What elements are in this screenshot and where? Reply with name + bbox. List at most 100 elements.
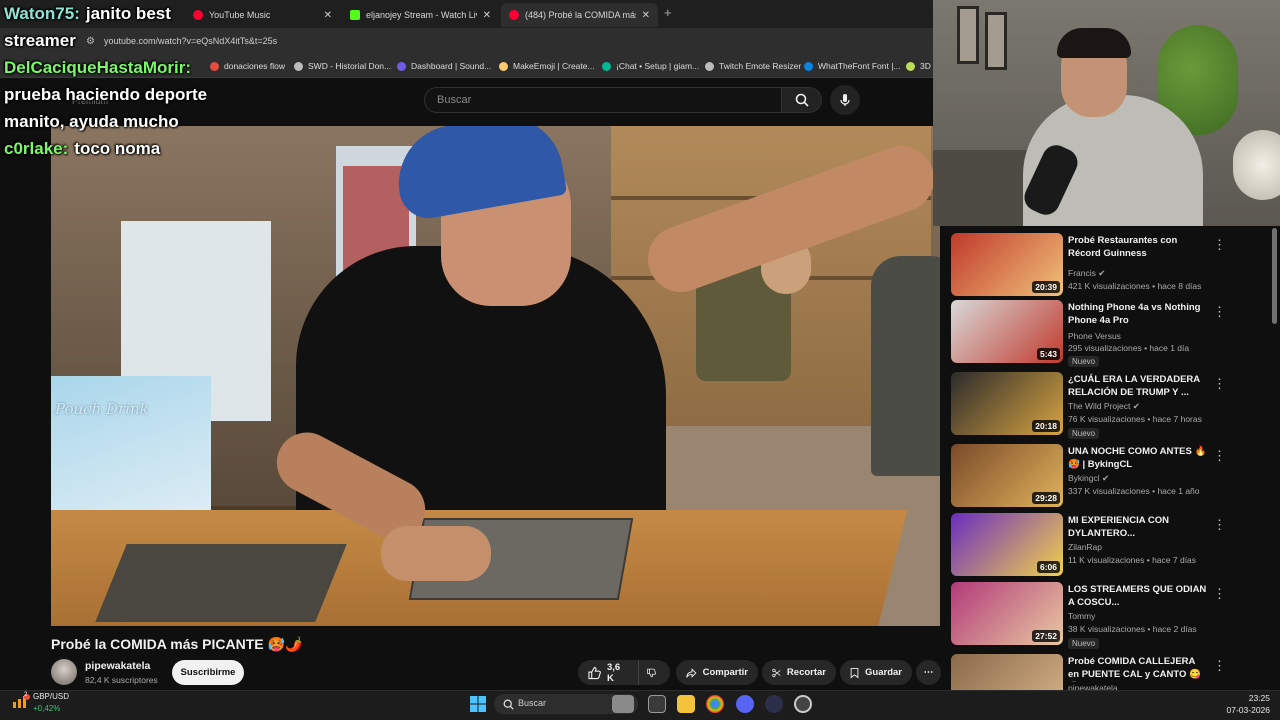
thumbs-up-icon [588, 666, 601, 679]
more-horizontal-icon: ⋯ [923, 667, 934, 678]
chrome-icon[interactable] [706, 695, 724, 713]
recommendation-title[interactable]: MI EXPERIENCIA CON DYLANTERO... [1068, 514, 1208, 540]
tab-youtube-music[interactable]: YouTube Music ✕ [185, 3, 340, 27]
site-info-icon[interactable]: ⚙ [86, 36, 95, 47]
file-explorer-icon[interactable] [677, 695, 695, 713]
recommendation-title[interactable]: ¿CUÁL ERA LA VERDADERA RELACIÓN DE TRUMP… [1068, 373, 1208, 399]
scissors-icon [772, 668, 781, 677]
bookmark-item[interactable]: 3D [906, 61, 931, 71]
recommendation-channel[interactable]: ZilanRap [1068, 542, 1102, 552]
close-icon[interactable]: ✕ [483, 10, 491, 21]
video-thumbnail[interactable]: 6:06 [951, 513, 1063, 576]
more-options-icon[interactable]: ⋮ [1213, 237, 1226, 253]
clip-label: Recortar [786, 667, 826, 678]
more-options-icon[interactable]: ⋮ [1213, 448, 1226, 464]
bookmark-icon [602, 61, 611, 71]
microphone-icon [840, 94, 850, 106]
new-badge: Nuevo [1068, 638, 1100, 649]
more-options-icon[interactable]: ⋮ [1213, 658, 1226, 674]
recommendations-sidebar: 20:39 Probé Restaurantes con Récord Guin… [946, 226, 1280, 692]
windows-start-icon[interactable] [469, 695, 487, 713]
chat-text: manito, ayuda mucho [4, 112, 179, 131]
dislike-button[interactable] [638, 660, 670, 685]
recommendation-title[interactable]: Nothing Phone 4a vs Nothing Phone 4a Pro [1068, 301, 1208, 327]
recommendation-channel[interactable]: The Wild Project ✔ [1068, 401, 1140, 412]
bookmark-item[interactable]: MakeEmoji | Create... [499, 61, 595, 71]
recommendation-item[interactable]: 27:52 LOS STREAMERS QUE ODIAN A COSCU...… [951, 582, 1271, 649]
search-highlight-icon [612, 695, 634, 713]
search-input[interactable]: Buscar [424, 87, 782, 113]
webcam-picture-frame [985, 12, 1007, 70]
clock-time[interactable]: 23:25 [1226, 693, 1270, 703]
channel-name[interactable]: pipewakatela [85, 660, 150, 672]
search-button[interactable] [782, 87, 822, 113]
recommendation-title[interactable]: UNA NOCHE COMO ANTES 🔥🥵 | BykingCL [1068, 445, 1208, 471]
more-options-icon[interactable]: ⋮ [1213, 586, 1226, 602]
more-options-icon[interactable]: ⋮ [1213, 376, 1226, 392]
video-player[interactable]: Pouch Drink [51, 126, 940, 626]
close-icon[interactable]: ✕ [324, 10, 332, 21]
more-options-icon[interactable]: ⋮ [1213, 517, 1226, 533]
tab-kick-stream[interactable]: eljanojey Stream - Watch Live o ✕ [342, 3, 499, 27]
recommendation-channel[interactable]: Tommy [1068, 611, 1095, 621]
discord-icon[interactable] [736, 695, 754, 713]
bookmark-icon [850, 667, 859, 678]
tab-youtube-video[interactable]: (484) Probé la COMIDA más PIC ✕ [501, 3, 658, 27]
recommendation-item[interactable]: 5:43 Nothing Phone 4a vs Nothing Phone 4… [951, 300, 1271, 367]
recommendation-channel[interactable]: Francis ✔ [1068, 268, 1105, 279]
recommendation-item[interactable]: Probé COMIDA CALLEJERA en PUENTE CAL y C… [951, 654, 1271, 692]
video-thumbnail[interactable]: 20:18 [951, 372, 1063, 435]
chat-username: c0rlake: [4, 139, 69, 158]
more-actions-button[interactable]: ⋯ [916, 660, 941, 685]
bookmark-item[interactable]: WhatTheFont Font |... [804, 61, 901, 71]
close-icon[interactable]: ✕ [642, 10, 650, 21]
app-icon[interactable] [765, 695, 783, 713]
obs-icon[interactable] [794, 695, 812, 713]
video-title: Probé la COMIDA más PICANTE 🥵🌶️ [51, 636, 303, 652]
clip-button[interactable]: Recortar [762, 660, 836, 685]
address-bar[interactable]: ⚙ youtube.com/watch?v=eQsNdX4itTs&t=25s [0, 28, 933, 56]
bookmark-item[interactable]: Dashboard | Sound... [397, 61, 491, 71]
bookmark-item[interactable]: SWD - Historial Don... [294, 61, 391, 71]
clock-date[interactable]: 07-03-2026 [1214, 705, 1270, 715]
video-thumbnail[interactable] [951, 654, 1063, 692]
bookmark-item[interactable]: ¡Chat • Setup | giam... [602, 61, 699, 71]
recommendation-channel[interactable]: Bykingcl ✔ [1068, 473, 1109, 484]
bookmark-item[interactable]: Twitch Emote Resizer [705, 61, 801, 71]
share-button[interactable]: Compartir [676, 660, 758, 685]
bookmark-icon [397, 61, 406, 71]
like-button[interactable]: 3,6 K [578, 660, 638, 685]
task-view-icon[interactable] [648, 695, 666, 713]
chat-text: janito best [85, 4, 171, 23]
new-tab-icon[interactable]: + [664, 5, 672, 20]
bookmark-icon [210, 61, 219, 71]
recommendation-title[interactable]: Probé Restaurantes con Récord Guinness [1068, 234, 1208, 260]
recommendation-item[interactable]: 29:28 UNA NOCHE COMO ANTES 🔥🥵 | BykingCL… [951, 444, 1271, 510]
recommendation-item[interactable]: 20:39 Probé Restaurantes con Récord Guin… [951, 233, 1271, 299]
recommendation-channel[interactable]: Phone Versus [1068, 331, 1121, 341]
video-thumbnail[interactable]: 5:43 [951, 300, 1063, 363]
video-thumbnail[interactable]: 20:39 [951, 233, 1063, 296]
recommendation-item[interactable]: 6:06 MI EXPERIENCIA CON DYLANTERO... Zil… [951, 513, 1271, 579]
bookmark-item[interactable]: donaciones flow [210, 61, 285, 71]
video-thumbnail[interactable]: 29:28 [951, 444, 1063, 507]
recommendation-item[interactable]: 20:18 ¿CUÁL ERA LA VERDADERA RELACIÓN DE… [951, 372, 1271, 439]
recommendation-meta: 295 visualizaciones • hace 1 día [1068, 343, 1190, 353]
screen: YouTube Music ✕ eljanojey Stream - Watch… [0, 0, 1280, 720]
voice-search-button[interactable] [830, 85, 860, 115]
webcam-couch [933, 150, 1033, 226]
recommendation-title[interactable]: LOS STREAMERS QUE ODIAN A COSCU... [1068, 583, 1208, 609]
channel-avatar[interactable] [51, 659, 77, 685]
recommendation-title[interactable]: Probé COMIDA CALLEJERA en PUENTE CAL y C… [1068, 655, 1208, 682]
widget-label[interactable]: GBP/USD [33, 692, 69, 701]
save-button[interactable]: Guardar [840, 660, 912, 685]
sidebar-scrollbar[interactable] [1272, 228, 1277, 324]
url-text[interactable]: youtube.com/watch?v=eQsNdX4itTs&t=25s [104, 36, 277, 46]
recommendation-meta: 38 K visualizaciones • hace 2 días [1068, 624, 1197, 634]
video-thumbnail[interactable]: 27:52 [951, 582, 1063, 645]
chat-message: streamer [4, 31, 76, 51]
taskbar [0, 690, 1280, 720]
recommendation-meta: 421 K visualizaciones • hace 8 días [1068, 281, 1202, 291]
more-options-icon[interactable]: ⋮ [1213, 304, 1226, 320]
subscribe-button[interactable]: Suscribirme [172, 660, 244, 685]
